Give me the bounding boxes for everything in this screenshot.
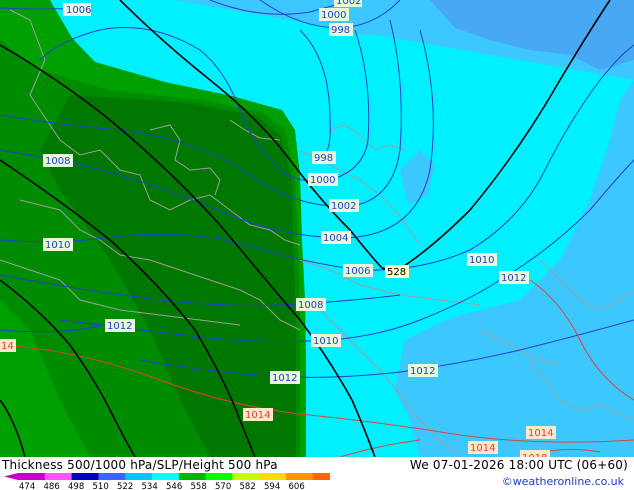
legend-swatch — [44, 473, 73, 480]
legend-swatch — [286, 473, 314, 480]
isobar-label-1008-center: 1008 — [298, 300, 323, 311]
isobar-label-1004: 1004 — [323, 233, 348, 244]
legend-tick-label: 546 — [166, 482, 182, 490]
legend-swatch — [178, 473, 207, 480]
isobar-label-1012-east: 1012 — [501, 273, 526, 284]
legend-tick-label: 522 — [117, 482, 133, 490]
map-title: Thickness 500/1000 hPa/SLP/Height 500 hP… — [2, 458, 278, 472]
run-info: We 07-01-2026 18:00 UTC (06+60) — [409, 458, 628, 472]
legend-tick-label: 534 — [142, 482, 158, 490]
isobar-label-1010-west: 1010 — [45, 240, 70, 251]
legend-tick-label: 498 — [68, 482, 84, 490]
legend-tick-label: 594 — [264, 482, 280, 490]
legend-swatch — [125, 473, 153, 480]
legend-tick-label: 606 — [289, 482, 305, 490]
isobar-label-1010-east: 1010 — [469, 255, 494, 266]
legend-swatch — [312, 473, 330, 480]
color-legend: 474 486 498 510 522 534 546 558 570 582 594 606 — [4, 473, 330, 490]
legend-ticks: 474 486 498 510 522 534 546 558 570 582 594 606 — [19, 482, 305, 490]
isobar-label-1012-west: 1012 — [107, 321, 132, 332]
legend-swatch — [259, 473, 287, 480]
isobar-label-14-edge: 14 — [1, 341, 14, 352]
height-label-528: 528 — [387, 267, 406, 278]
isobar-label-1000-center: 1000 — [310, 175, 335, 186]
isobar-label-1014-east: 1014 — [528, 428, 553, 439]
legend-tick-label: 474 — [19, 482, 35, 490]
legend-tick-label: 510 — [93, 482, 109, 490]
isobar-label-998-top: 998 — [331, 25, 350, 36]
legend-tick-label: 570 — [215, 482, 231, 490]
isobar-label-1012-southeast: 1012 — [410, 366, 435, 377]
isobar-label-998-center: 998 — [314, 153, 333, 164]
legend-tick-label: 486 — [44, 482, 60, 490]
isobar-label-1014-bottom: 1014 — [470, 443, 495, 454]
legend-swatch — [152, 473, 180, 480]
isobar-label-1002-top: 1002 — [336, 0, 361, 7]
legend-swatch — [98, 473, 126, 480]
isobar-label-1012-south: 1012 — [272, 373, 297, 384]
legend-tick-label: 558 — [191, 482, 207, 490]
isobar-label-1002-center: 1002 — [331, 201, 356, 212]
isobar-label-1010-center: 1010 — [313, 336, 338, 347]
credit-link[interactable]: ©weatheronline.co.uk — [502, 475, 624, 488]
legend-swatch — [205, 473, 233, 480]
isobar-label-1006-center: 1006 — [345, 266, 370, 277]
map-canvas: 1006 1002 1000 998 1008 998 1000 1002 10… — [0, 0, 634, 464]
isobar-label-1000-top: 1000 — [321, 10, 346, 21]
footer: Thickness 500/1000 hPa/SLP/Height 500 hP… — [0, 457, 634, 490]
legend-tick-label: 582 — [240, 482, 256, 490]
isobar-label-1008-west: 1008 — [45, 156, 70, 167]
legend-swatch — [18, 473, 46, 480]
legend-swatch — [232, 473, 260, 480]
legend-bar — [4, 473, 330, 480]
isobar-label-1014-south: 1014 — [245, 410, 270, 421]
legend-arrow-left — [4, 473, 18, 480]
legend-swatch — [71, 473, 99, 480]
isobar-label-1006-top: 1006 — [66, 5, 91, 16]
weather-map: 1006 1002 1000 998 1008 998 1000 1002 10… — [0, 0, 634, 464]
